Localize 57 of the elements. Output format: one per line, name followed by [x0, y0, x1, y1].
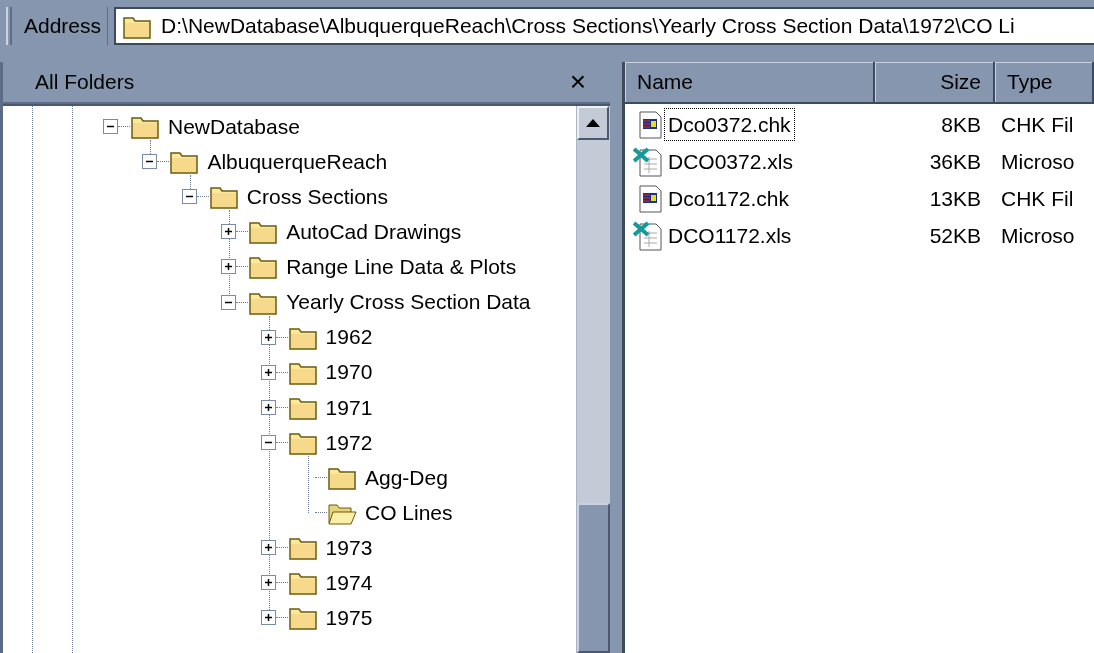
pane-title: All Folders	[35, 69, 135, 96]
file-size: 13KB	[928, 185, 982, 212]
folder-tree-item[interactable]: AlbuquerqueReach	[169, 145, 392, 178]
expand-toggle[interactable]	[221, 259, 237, 275]
spreadsheet-icon	[633, 146, 663, 177]
column-header[interactable]: Type	[995, 62, 1094, 102]
address-label: Address	[18, 7, 109, 45]
file-type: CHK Fil	[1000, 111, 1074, 138]
folder-tree-item[interactable]: 1972	[287, 426, 377, 459]
folder-tree-item[interactable]: 1975	[287, 602, 377, 634]
collapse-toggle[interactable]	[142, 154, 158, 170]
expand-toggle[interactable]	[260, 540, 276, 556]
file-type: Microso	[1000, 222, 1075, 249]
document-icon	[637, 110, 663, 139]
scrollbar-thumb[interactable]	[577, 503, 610, 653]
collapse-toggle[interactable]	[221, 294, 237, 310]
folder-tree-item[interactable]: Range Line Data & Plots	[248, 251, 521, 283]
scroll-up-button[interactable]	[577, 106, 609, 140]
spreadsheet-icon	[633, 220, 663, 251]
expand-toggle[interactable]	[260, 364, 276, 380]
address-path: D:\NewDatabase\AlbuquerqueReach\Cross Sections\Yearly Cross Section Data\1972\CO Li	[161, 13, 1015, 40]
file-size: 36KB	[928, 148, 982, 175]
file-name[interactable]: DCO1172.xls	[665, 219, 795, 252]
folder-tree-item[interactable]: CO Lines	[327, 496, 457, 529]
folder-tree-item[interactable]: AutoCad Drawings	[248, 216, 466, 248]
collapse-toggle[interactable]	[181, 189, 197, 205]
up-arrow-icon	[586, 119, 600, 127]
file-type: CHK Fil	[1000, 185, 1074, 212]
file-size: 52KB	[928, 222, 982, 249]
expand-toggle[interactable]	[260, 575, 276, 591]
column-header[interactable]: Name	[625, 62, 875, 102]
folder-tree-item[interactable]: Yearly Cross Section Data	[248, 286, 535, 318]
expand-toggle[interactable]	[260, 329, 276, 345]
folder-tree-item[interactable]: Cross Sections	[208, 181, 392, 213]
file-type: Microso	[1000, 148, 1075, 175]
collapse-toggle[interactable]	[260, 434, 276, 450]
toolbar-grip[interactable]	[6, 7, 12, 45]
folder-tree-item[interactable]: 1962	[287, 321, 377, 353]
file-name[interactable]: Dco1172.chk	[665, 182, 793, 215]
column-header[interactable]: Size	[875, 62, 995, 102]
folder-tree-item[interactable]: 1971	[287, 391, 377, 424]
file-name[interactable]: DCO0372.xls	[665, 145, 796, 178]
file-name[interactable]: Dco0372.chk	[665, 108, 794, 141]
document-icon	[637, 184, 663, 213]
vertical-scrollbar[interactable]	[576, 106, 610, 653]
expand-toggle[interactable]	[260, 399, 276, 415]
collapse-toggle[interactable]	[103, 119, 118, 135]
close-button[interactable]: ×	[565, 68, 590, 96]
folder-tree-item[interactable]: NewDatabase	[130, 110, 304, 143]
address-field[interactable]: D:\NewDatabase\AlbuquerqueReach\Cross Sections\Yearly Cross Section Data\1972\CO Li	[114, 7, 1094, 45]
expand-toggle[interactable]	[221, 224, 237, 240]
folder-tree-item[interactable]: 1974	[287, 567, 377, 599]
file-size: 8KB	[940, 111, 982, 138]
folder-tree-item[interactable]: 1973	[287, 531, 377, 564]
expand-toggle[interactable]	[260, 610, 276, 626]
folder-tree-item[interactable]: Agg-Deg	[327, 461, 452, 494]
folder-tree-item[interactable]: 1970	[287, 356, 377, 388]
